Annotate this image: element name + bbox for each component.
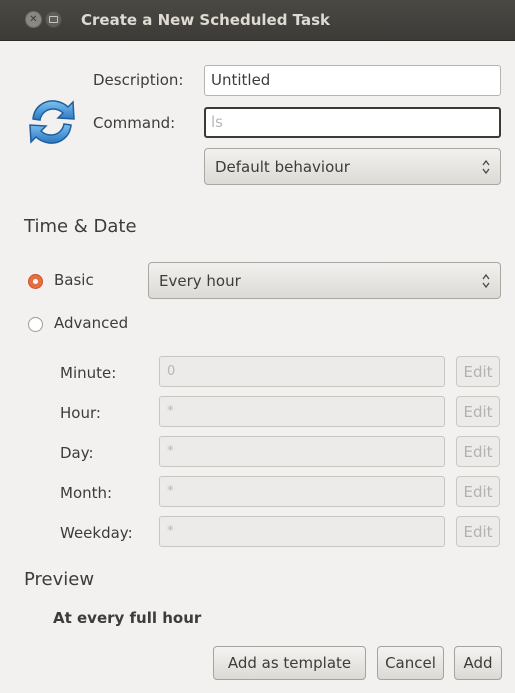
minute-edit-button[interactable]: Edit	[456, 356, 500, 387]
basic-label: Basic	[54, 271, 94, 289]
behaviour-select[interactable]: Default behaviour	[204, 148, 501, 185]
window-title: Create a New Scheduled Task	[81, 11, 330, 29]
hour-edit-button[interactable]: Edit	[456, 396, 500, 427]
weekday-label: Weekday:	[60, 524, 133, 542]
behaviour-select-value: Default behaviour	[215, 157, 350, 176]
preview-heading: Preview	[24, 569, 95, 590]
minute-field[interactable]: 0	[159, 356, 445, 387]
updown-arrows-icon	[482, 273, 490, 289]
month-edit-button[interactable]: Edit	[456, 476, 500, 507]
command-field[interactable]: ls	[204, 107, 501, 138]
weekday-field[interactable]: *	[159, 516, 445, 547]
month-field[interactable]: *	[159, 476, 445, 507]
hour-label: Hour:	[60, 404, 101, 422]
title-bar: ✕ Create a New Scheduled Task	[0, 0, 515, 41]
minute-label: Minute:	[60, 364, 117, 382]
add-as-template-button[interactable]: Add as template	[213, 646, 366, 680]
basic-frequency-value: Every hour	[159, 271, 241, 290]
command-label: Command:	[93, 114, 176, 132]
basic-frequency-select[interactable]: Every hour	[148, 262, 501, 299]
description-field[interactable]: Untitled	[204, 65, 501, 96]
updown-arrows-icon	[482, 159, 490, 175]
day-edit-button[interactable]: Edit	[456, 436, 500, 467]
preview-text: At every full hour	[53, 609, 202, 627]
minimize-icon[interactable]	[45, 11, 62, 28]
hour-field[interactable]: *	[159, 396, 445, 427]
day-field[interactable]: *	[159, 436, 445, 467]
advanced-radio[interactable]	[28, 317, 43, 332]
close-icon[interactable]: ✕	[25, 11, 42, 28]
add-button[interactable]: Add	[454, 646, 502, 680]
month-label: Month:	[60, 484, 113, 502]
refresh-icon	[29, 100, 75, 144]
cancel-button[interactable]: Cancel	[377, 646, 444, 680]
time-date-heading: Time & Date	[24, 216, 137, 237]
basic-radio[interactable]	[28, 274, 43, 289]
description-label: Description:	[93, 71, 184, 89]
day-label: Day:	[60, 444, 94, 462]
weekday-edit-button[interactable]: Edit	[456, 516, 500, 547]
advanced-label: Advanced	[54, 314, 129, 332]
